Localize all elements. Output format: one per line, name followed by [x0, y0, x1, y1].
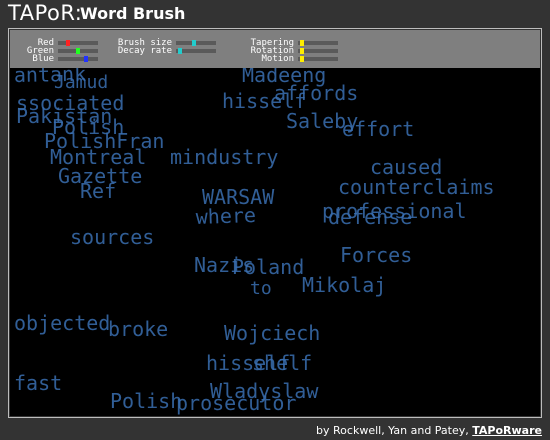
brush-size-slider-knob[interactable] [192, 40, 196, 46]
red-slider[interactable] [58, 40, 98, 46]
tapering-slider[interactable] [298, 40, 338, 46]
blue-slider[interactable] [58, 56, 98, 62]
green-slider-knob[interactable] [76, 48, 80, 54]
credit-text: by Rockwell, Yan and Patey, [316, 424, 469, 437]
rotation-slider[interactable] [298, 48, 338, 54]
red-slider-knob[interactable] [66, 40, 70, 46]
taporware-link[interactable]: TAPoRware [472, 424, 542, 437]
blue-label: Blue [32, 54, 54, 64]
brush-word: Poland [232, 255, 304, 279]
tapering-slider-knob[interactable] [300, 40, 304, 46]
canvas-drawing[interactable]: antankJamudssociatedPakistanPolishPolish… [10, 68, 540, 416]
brush-word: Ref [80, 179, 116, 203]
word-brush-canvas[interactable]: antank Jamud ssociated Pakistan Polish Polish… [10, 68, 540, 416]
brush-word: affords [274, 81, 358, 105]
footer-credit: by Rockwell, Yan and Patey, TAPoRware [316, 424, 542, 437]
brush-word: Mikolaj [302, 273, 386, 297]
blue-slider-knob[interactable] [84, 56, 88, 62]
decay-rate-slider-knob[interactable] [178, 48, 182, 54]
tapor-logo: TAPoR: [8, 1, 83, 25]
brush-word: fast [14, 371, 62, 395]
brush-word: Polish [110, 389, 182, 413]
decay-rate-label: Decay rate [117, 46, 172, 56]
rotation-slider-knob[interactable] [300, 48, 304, 54]
brush-word: broke [108, 317, 168, 341]
brush-word: objected [14, 311, 110, 335]
brush-word: effort [342, 117, 414, 141]
brush-word: mindustry [170, 145, 278, 169]
brush-word: defense [328, 205, 412, 229]
brush-word: counterclaims [338, 175, 495, 199]
app-header: TAPoR: Word Brush [0, 0, 550, 26]
brush-word: Wojciech [224, 321, 320, 345]
motion-slider-knob[interactable] [300, 56, 304, 62]
brush-size-slider[interactable] [176, 40, 216, 46]
control-panel: Red Green Blue Brush size Decay rate Tap… [10, 30, 540, 68]
brush-word: Jamud [54, 72, 108, 93]
brush-word: where [195, 203, 256, 229]
green-slider[interactable] [58, 48, 98, 54]
brush-word: sources [70, 225, 154, 249]
brush-word: shelf [252, 351, 312, 375]
decay-rate-slider[interactable] [176, 48, 216, 54]
motion-slider[interactable] [298, 56, 338, 62]
app-title: Word Brush [80, 4, 186, 23]
brush-word: prosecutor [176, 391, 296, 415]
motion-label: Motion [261, 54, 294, 64]
brush-word: Forces [340, 243, 412, 267]
brush-word: to [250, 278, 272, 299]
